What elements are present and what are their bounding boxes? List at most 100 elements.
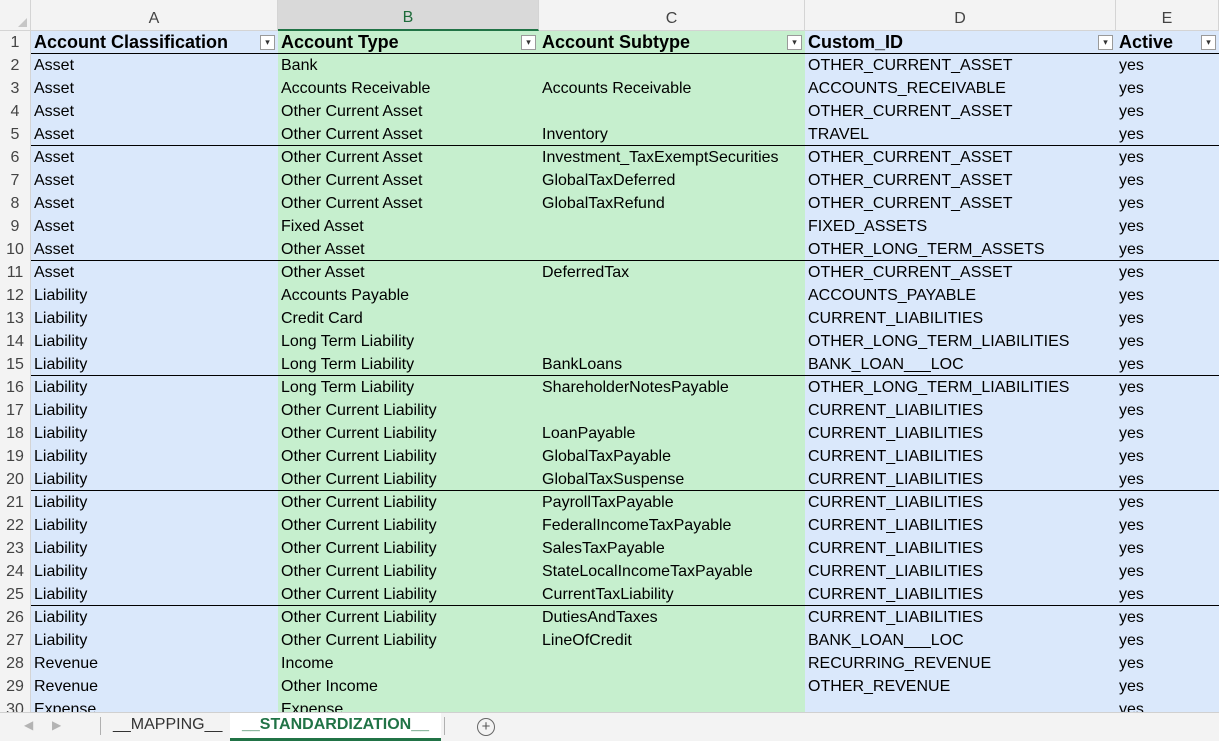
row-number[interactable]: 14 bbox=[0, 330, 31, 353]
select-all-corner[interactable] bbox=[0, 0, 31, 31]
account-classification-cell[interactable]: Liability bbox=[31, 307, 278, 330]
account-type-cell[interactable]: Long Term Liability bbox=[278, 353, 539, 376]
account-type-cell[interactable]: Fixed Asset bbox=[278, 215, 539, 238]
prev-sheet-icon[interactable]: ◀ bbox=[24, 718, 33, 732]
header-cell-custom-id[interactable]: Custom_ID ▾ bbox=[805, 31, 1116, 54]
account-subtype-cell[interactable]: CurrentTaxLiability bbox=[539, 583, 805, 606]
account-subtype-cell[interactable]: LoanPayable bbox=[539, 422, 805, 445]
custom-id-cell[interactable]: OTHER_CURRENT_ASSET bbox=[805, 261, 1116, 284]
account-subtype-cell[interactable]: ShareholderNotesPayable bbox=[539, 376, 805, 399]
custom-id-cell[interactable]: OTHER_CURRENT_ASSET bbox=[805, 146, 1116, 169]
row-number[interactable]: 26 bbox=[0, 606, 31, 629]
account-subtype-cell[interactable] bbox=[539, 675, 805, 698]
account-classification-cell[interactable]: Revenue bbox=[31, 652, 278, 675]
account-subtype-cell[interactable]: GlobalTaxRefund bbox=[539, 192, 805, 215]
account-subtype-cell[interactable]: SalesTaxPayable bbox=[539, 537, 805, 560]
account-type-cell[interactable]: Other Current Liability bbox=[278, 606, 539, 629]
custom-id-cell[interactable]: OTHER_LONG_TERM_ASSETS bbox=[805, 238, 1116, 261]
account-type-cell[interactable]: Other Current Liability bbox=[278, 445, 539, 468]
row-number[interactable]: 7 bbox=[0, 169, 31, 192]
custom-id-cell[interactable]: OTHER_CURRENT_ASSET bbox=[805, 100, 1116, 123]
account-type-cell[interactable]: Other Current Liability bbox=[278, 422, 539, 445]
account-subtype-cell[interactable]: FederalIncomeTaxPayable bbox=[539, 514, 805, 537]
account-subtype-cell[interactable]: StateLocalIncomeTaxPayable bbox=[539, 560, 805, 583]
account-subtype-cell[interactable] bbox=[539, 307, 805, 330]
custom-id-cell[interactable]: FIXED_ASSETS bbox=[805, 215, 1116, 238]
account-type-cell[interactable]: Expense bbox=[278, 698, 539, 712]
active-cell[interactable]: yes bbox=[1116, 560, 1219, 583]
account-subtype-cell[interactable] bbox=[539, 284, 805, 307]
filter-dropdown-icon[interactable]: ▾ bbox=[1098, 34, 1113, 50]
custom-id-cell[interactable]: OTHER_LONG_TERM_LIABILITIES bbox=[805, 330, 1116, 353]
row-number[interactable]: 27 bbox=[0, 629, 31, 652]
active-cell[interactable]: yes bbox=[1116, 606, 1219, 629]
account-type-cell[interactable]: Other Current Liability bbox=[278, 491, 539, 514]
row-number[interactable]: 13 bbox=[0, 307, 31, 330]
account-classification-cell[interactable]: Liability bbox=[31, 353, 278, 376]
account-classification-cell[interactable]: Asset bbox=[31, 192, 278, 215]
row-number[interactable]: 29 bbox=[0, 675, 31, 698]
active-cell[interactable]: yes bbox=[1116, 353, 1219, 376]
row-number[interactable]: 4 bbox=[0, 100, 31, 123]
custom-id-cell[interactable]: CURRENT_LIABILITIES bbox=[805, 422, 1116, 445]
row-number[interactable]: 6 bbox=[0, 146, 31, 169]
row-number[interactable]: 22 bbox=[0, 514, 31, 537]
account-type-cell[interactable]: Other Current Liability bbox=[278, 399, 539, 422]
column-header-c[interactable]: C bbox=[539, 0, 805, 31]
active-cell[interactable]: yes bbox=[1116, 238, 1219, 261]
active-cell[interactable]: yes bbox=[1116, 192, 1219, 215]
custom-id-cell[interactable]: CURRENT_LIABILITIES bbox=[805, 468, 1116, 491]
custom-id-cell[interactable]: OTHER_CURRENT_ASSET bbox=[805, 169, 1116, 192]
active-cell[interactable]: yes bbox=[1116, 261, 1219, 284]
row-number[interactable]: 12 bbox=[0, 284, 31, 307]
account-subtype-cell[interactable] bbox=[539, 238, 805, 261]
account-type-cell[interactable]: Other Asset bbox=[278, 238, 539, 261]
account-type-cell[interactable]: Other Current Liability bbox=[278, 560, 539, 583]
account-classification-cell[interactable]: Liability bbox=[31, 606, 278, 629]
account-type-cell[interactable]: Other Current Asset bbox=[278, 146, 539, 169]
row-number[interactable]: 15 bbox=[0, 353, 31, 376]
account-type-cell[interactable]: Long Term Liability bbox=[278, 330, 539, 353]
account-subtype-cell[interactable]: BankLoans bbox=[539, 353, 805, 376]
custom-id-cell[interactable]: TRAVEL bbox=[805, 123, 1116, 146]
spreadsheet-grid[interactable]: A B C D E 1 Account Classification ▾ Acc… bbox=[0, 0, 1219, 712]
custom-id-cell[interactable]: RECURRING_REVENUE bbox=[805, 652, 1116, 675]
account-subtype-cell[interactable]: GlobalTaxPayable bbox=[539, 445, 805, 468]
custom-id-cell[interactable]: OTHER_CURRENT_ASSET bbox=[805, 54, 1116, 77]
account-classification-cell[interactable]: Asset bbox=[31, 146, 278, 169]
row-number[interactable]: 9 bbox=[0, 215, 31, 238]
account-type-cell[interactable]: Other Current Asset bbox=[278, 123, 539, 146]
account-subtype-cell[interactable] bbox=[539, 100, 805, 123]
row-number[interactable]: 20 bbox=[0, 468, 31, 491]
active-cell[interactable]: yes bbox=[1116, 100, 1219, 123]
custom-id-cell[interactable]: CURRENT_LIABILITIES bbox=[805, 491, 1116, 514]
account-type-cell[interactable]: Other Income bbox=[278, 675, 539, 698]
header-cell-active[interactable]: Active ▾ bbox=[1116, 31, 1219, 54]
filter-dropdown-icon[interactable]: ▾ bbox=[521, 34, 536, 50]
account-type-cell[interactable]: Long Term Liability bbox=[278, 376, 539, 399]
account-type-cell[interactable]: Other Current Liability bbox=[278, 468, 539, 491]
custom-id-cell[interactable]: OTHER_CURRENT_ASSET bbox=[805, 192, 1116, 215]
row-number[interactable]: 3 bbox=[0, 77, 31, 100]
active-cell[interactable]: yes bbox=[1116, 77, 1219, 100]
custom-id-cell[interactable]: CURRENT_LIABILITIES bbox=[805, 583, 1116, 606]
active-cell[interactable]: yes bbox=[1116, 146, 1219, 169]
account-type-cell[interactable]: Accounts Receivable bbox=[278, 77, 539, 100]
account-type-cell[interactable]: Income bbox=[278, 652, 539, 675]
row-number[interactable]: 23 bbox=[0, 537, 31, 560]
active-cell[interactable]: yes bbox=[1116, 399, 1219, 422]
active-cell[interactable]: yes bbox=[1116, 284, 1219, 307]
row-number[interactable]: 19 bbox=[0, 445, 31, 468]
header-cell-account-type[interactable]: Account Type ▾ bbox=[278, 31, 539, 54]
account-classification-cell[interactable]: Liability bbox=[31, 629, 278, 652]
tab-standardization[interactable]: __STANDARDIZATION__ bbox=[230, 713, 441, 741]
account-classification-cell[interactable]: Revenue bbox=[31, 675, 278, 698]
account-classification-cell[interactable]: Asset bbox=[31, 123, 278, 146]
account-subtype-cell[interactable]: DutiesAndTaxes bbox=[539, 606, 805, 629]
active-cell[interactable]: yes bbox=[1116, 698, 1219, 712]
column-header-d[interactable]: D bbox=[805, 0, 1116, 31]
account-subtype-cell[interactable]: PayrollTaxPayable bbox=[539, 491, 805, 514]
account-classification-cell[interactable]: Asset bbox=[31, 169, 278, 192]
account-subtype-cell[interactable] bbox=[539, 330, 805, 353]
account-classification-cell[interactable]: Asset bbox=[31, 77, 278, 100]
